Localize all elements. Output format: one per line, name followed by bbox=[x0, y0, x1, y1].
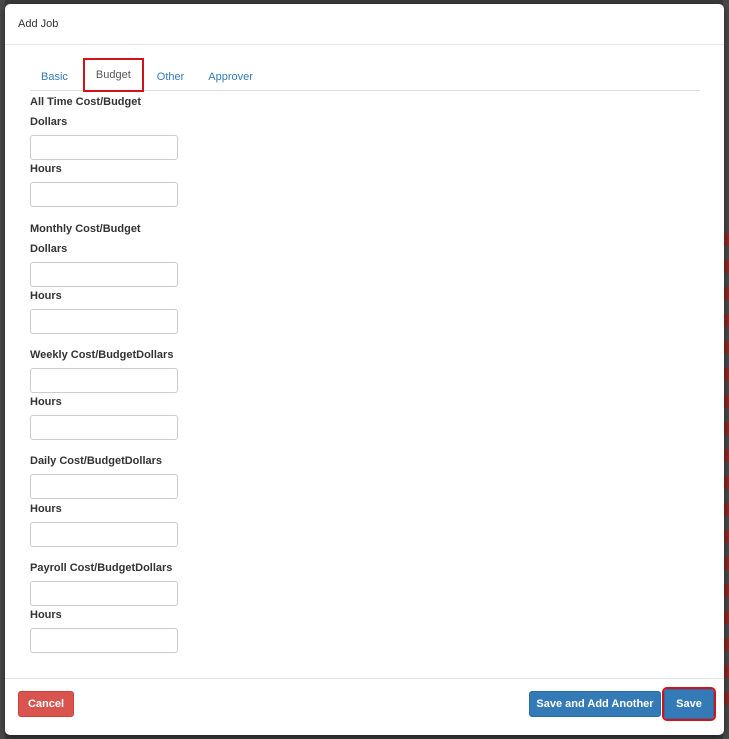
monthly-dollars-input[interactable] bbox=[30, 262, 178, 287]
payroll-hours-label: Hours bbox=[30, 609, 62, 621]
background-marker bbox=[724, 449, 729, 462]
background-marker bbox=[724, 476, 729, 489]
weekly-heading: Weekly Cost/BudgetDollars bbox=[30, 349, 174, 361]
monthly-heading: Monthly Cost/Budget bbox=[30, 223, 141, 235]
weekly-hours-input[interactable] bbox=[30, 415, 178, 440]
background-marker bbox=[724, 611, 729, 624]
all-time-hours-label: Hours bbox=[30, 163, 62, 175]
tab-basic[interactable]: Basic bbox=[30, 63, 79, 90]
daily-hours-label: Hours bbox=[30, 503, 62, 515]
weekly-hours-label: Hours bbox=[30, 396, 62, 408]
monthly-dollars-label: Dollars bbox=[30, 243, 68, 255]
dialog-footer: Cancel Save and Add Another Save bbox=[5, 678, 724, 735]
background-marker bbox=[724, 287, 729, 300]
background-marker bbox=[724, 638, 729, 651]
payroll-dollars-input[interactable] bbox=[30, 581, 178, 606]
background-marker bbox=[724, 665, 729, 678]
all-time-hours-input[interactable] bbox=[30, 182, 178, 207]
background-marker bbox=[724, 260, 729, 273]
add-job-dialog: Add Job Basic Budget Other Approver All … bbox=[5, 4, 724, 735]
payroll-hours-input[interactable] bbox=[30, 628, 178, 653]
background-marker bbox=[724, 530, 729, 543]
background-marker bbox=[724, 557, 729, 570]
dialog-header: Add Job bbox=[5, 4, 724, 45]
background-marker bbox=[724, 233, 729, 246]
all-time-dollars-label: Dollars bbox=[30, 116, 68, 128]
all-time-dollars-input[interactable] bbox=[30, 135, 178, 160]
background-marker bbox=[724, 395, 729, 408]
save-and-add-another-button[interactable]: Save and Add Another bbox=[529, 691, 661, 717]
background-marker bbox=[724, 692, 729, 705]
save-button[interactable]: Save bbox=[662, 687, 716, 721]
monthly-hours-label: Hours bbox=[30, 290, 62, 302]
daily-dollars-input[interactable] bbox=[30, 474, 178, 499]
payroll-heading: Payroll Cost/BudgetDollars bbox=[30, 562, 173, 574]
tab-budget[interactable]: Budget bbox=[82, 58, 144, 92]
background-marker bbox=[724, 422, 729, 435]
background-marker bbox=[724, 314, 729, 327]
background-marker bbox=[724, 368, 729, 381]
background-marker bbox=[724, 341, 729, 354]
weekly-dollars-input[interactable] bbox=[30, 368, 178, 393]
daily-heading: Daily Cost/BudgetDollars bbox=[30, 455, 163, 467]
cancel-button[interactable]: Cancel bbox=[18, 691, 74, 717]
all-time-heading: All Time Cost/Budget bbox=[30, 96, 142, 108]
daily-hours-input[interactable] bbox=[30, 522, 178, 547]
background-marker bbox=[724, 584, 729, 597]
background-marker bbox=[724, 503, 729, 516]
tab-bar: Basic Budget Other Approver bbox=[30, 58, 700, 92]
tab-approver[interactable]: Approver bbox=[197, 63, 264, 90]
monthly-hours-input[interactable] bbox=[30, 309, 178, 334]
dialog-title: Add Job bbox=[18, 18, 59, 30]
tab-other[interactable]: Other bbox=[146, 63, 196, 90]
